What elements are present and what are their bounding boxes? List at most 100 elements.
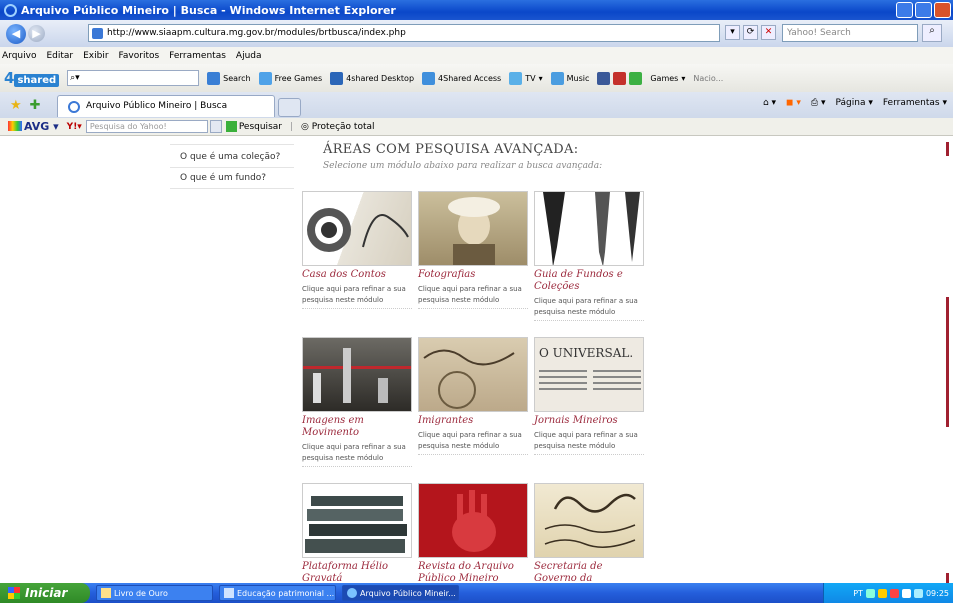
- toolbar-4shared-access[interactable]: 4Shared Access: [422, 71, 501, 85]
- module-fotografias[interactable]: Fotografias Clique aqui para refinar a s…: [418, 191, 528, 309]
- toolbar-music[interactable]: Music: [550, 71, 589, 85]
- yahoo-icon[interactable]: Y!▾: [67, 122, 82, 132]
- module-plataforma-helio-gravata[interactable]: Plataforma Hélio Gravatá: [302, 483, 412, 583]
- tab-active[interactable]: Arquivo Público Mineiro | Busca: [57, 95, 275, 117]
- menu-exibir[interactable]: Exibir: [83, 51, 108, 61]
- quill-pen-icon: [543, 192, 640, 265]
- desktop-icon: [330, 71, 344, 85]
- toolbar-radio[interactable]: Nacio...: [693, 74, 723, 83]
- home-icon[interactable]: ⌂ ▾: [763, 98, 776, 108]
- avg-logo[interactable]: AVG ▾: [8, 120, 59, 133]
- menu-favoritos[interactable]: Favoritos: [119, 51, 160, 61]
- sidebar-link-colecao[interactable]: O que é uma coleção?: [180, 152, 280, 162]
- 4shared-logo[interactable]: 4 shared: [4, 69, 60, 87]
- module-title[interactable]: Revista do Arquivo Público Mineiro: [418, 561, 528, 583]
- toolbar-games[interactable]: Games ▾: [650, 74, 685, 83]
- newspaper-headline: O UNIVERSAL.: [539, 346, 634, 360]
- module-casa-dos-contos[interactable]: Casa dos Contos Clique aqui para refinar…: [302, 191, 412, 309]
- window-controls: [896, 2, 951, 18]
- start-button[interactable]: Iniciar: [0, 583, 90, 603]
- avg-tray-icon[interactable]: [877, 588, 887, 598]
- module-image: [418, 337, 528, 412]
- module-title[interactable]: Plataforma Hélio Gravatá: [302, 561, 412, 583]
- wifi-icon[interactable]: [901, 588, 911, 598]
- maximize-button[interactable]: [915, 2, 932, 18]
- scroll-marker: [946, 142, 949, 156]
- refresh-icon[interactable]: ⟳: [743, 25, 758, 40]
- stamped-document-icon: [423, 349, 515, 409]
- module-image: O UNIVERSAL.: [534, 337, 644, 412]
- module-title[interactable]: Jornais Mineiros: [534, 415, 644, 427]
- avg-search-input[interactable]: Pesquisa do Yahoo!: [85, 120, 208, 133]
- forward-button[interactable]: ▶: [28, 25, 45, 42]
- module-image: [302, 191, 412, 266]
- module-description: Clique aqui para refinar a sua pesquisa …: [418, 430, 528, 455]
- module-secretaria-governo[interactable]: Secretaria de Governo da Capitania: [534, 483, 644, 583]
- toolbar-4shared-desktop[interactable]: 4shared Desktop: [330, 71, 414, 85]
- games-icon: [258, 71, 272, 85]
- module-description: Clique aqui para refinar a sua pesquisa …: [302, 284, 412, 309]
- close-button[interactable]: [934, 2, 951, 18]
- module-imagens-em-movimento[interactable]: Imagens em Movimento Clique aqui para re…: [302, 337, 412, 467]
- menu-ajuda[interactable]: Ajuda: [236, 51, 262, 61]
- module-revista-arquivo[interactable]: Revista do Arquivo Público Mineiro: [418, 483, 528, 583]
- back-button[interactable]: ◀: [6, 23, 26, 44]
- stop-icon[interactable]: ✕: [761, 25, 776, 40]
- toolbar-search-button[interactable]: Search: [207, 71, 251, 85]
- sidebar-link-fundo[interactable]: O que é um fundo?: [180, 173, 266, 183]
- handprint-icon: [452, 490, 496, 552]
- books-icon: [305, 496, 407, 553]
- module-guia-de-fundos[interactable]: Guia de Fundos e Coleções Clique aqui pa…: [534, 191, 644, 321]
- module-imigrantes[interactable]: Imigrantes Clique aqui para refinar a su…: [418, 337, 528, 455]
- module-description: Clique aqui para refinar a sua pesquisa …: [302, 442, 412, 467]
- toolbar-tv[interactable]: TV ▾: [509, 71, 543, 85]
- search-icon: [207, 71, 221, 85]
- menu-ferramentas[interactable]: Ferramentas: [169, 51, 226, 61]
- address-dropdown-icon[interactable]: ▾: [725, 25, 740, 40]
- ie-icon: [4, 3, 17, 17]
- network-icon[interactable]: [865, 588, 875, 598]
- module-title[interactable]: Imigrantes: [418, 415, 528, 427]
- module-title[interactable]: Fotografias: [418, 269, 528, 281]
- facebook-icon: [597, 71, 611, 85]
- volume-icon[interactable]: [913, 588, 923, 598]
- taskbar-item-livro[interactable]: Livro de Ouro: [96, 585, 213, 601]
- add-favorites-icon[interactable]: ✚: [30, 98, 41, 113]
- toolbar-social-icons[interactable]: [597, 71, 643, 85]
- new-tab-button[interactable]: [278, 98, 301, 117]
- module-title[interactable]: Imagens em Movimento: [302, 415, 412, 439]
- avg-search-button[interactable]: Pesquisar: [225, 121, 282, 132]
- window-title-bar: Arquivo Público Mineiro | Busca - Window…: [0, 0, 953, 20]
- menu-editar[interactable]: Editar: [46, 51, 73, 61]
- page-menu[interactable]: Página ▾: [836, 98, 873, 108]
- page-content: O que é uma coleção? O que é um fundo? Á…: [0, 137, 953, 583]
- print-icon[interactable]: ⎙ ▾: [811, 98, 826, 108]
- favorites-star-icon[interactable]: ★: [10, 98, 22, 113]
- window-title: Arquivo Público Mineiro | Busca - Window…: [21, 3, 396, 17]
- avg-protection[interactable]: ◎ Proteção total: [301, 122, 374, 132]
- module-jornais-mineiros[interactable]: O UNIVERSAL. Jornais Mineiros Clique aqu…: [534, 337, 644, 455]
- address-input[interactable]: http://www.siaapm.cultura.mg.gov.br/modu…: [88, 24, 720, 42]
- search-icon[interactable]: ⌕: [922, 24, 942, 42]
- menu-arquivo[interactable]: Arquivo: [2, 51, 36, 61]
- toolbar-search-input[interactable]: ⌕▾: [67, 70, 200, 86]
- command-bar: ⌂ ▾ ◼ ▾ ⎙ ▾ Página ▾ Ferramentas ▾: [763, 98, 947, 108]
- avg-search-dropdown[interactable]: [209, 120, 222, 133]
- taskbar-item-arquivo[interactable]: Arquivo Público Mineir...: [342, 585, 459, 601]
- minimize-button[interactable]: [896, 2, 913, 18]
- language-indicator[interactable]: PT: [853, 589, 863, 598]
- security-icon[interactable]: [889, 588, 899, 598]
- module-title[interactable]: Guia de Fundos e Coleções: [534, 269, 644, 293]
- taskbar-item-educacao[interactable]: Educação patrimonial ...: [219, 585, 336, 601]
- arrow-icon: [225, 121, 237, 132]
- toolbar-free-games[interactable]: Free Games: [258, 71, 322, 85]
- module-title[interactable]: Casa dos Contos: [302, 269, 412, 281]
- module-title[interactable]: Secretaria de Governo da Capitania: [534, 561, 644, 583]
- module-image: [534, 191, 644, 266]
- rss-icon[interactable]: ◼ ▾: [786, 98, 801, 108]
- module-image: [418, 483, 528, 558]
- windows-logo-icon: [8, 587, 20, 599]
- tube-icon: [613, 71, 627, 85]
- tools-menu[interactable]: Ferramentas ▾: [883, 98, 947, 108]
- yahoo-search-input[interactable]: Yahoo! Search: [782, 24, 918, 42]
